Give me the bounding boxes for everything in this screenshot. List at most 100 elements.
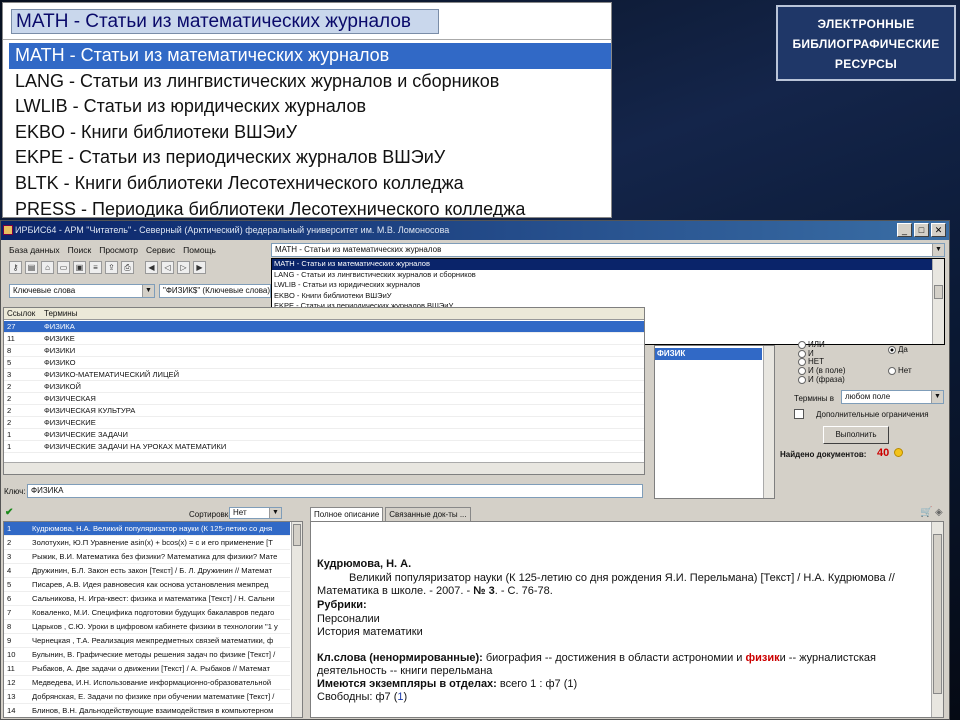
term-row[interactable]: 8 ФИЗИКИ [4,345,644,357]
documents-scroll-thumb[interactable] [293,524,301,546]
document-number: 1 [7,524,12,533]
search-expression-field[interactable]: "ФИЗИК$" (Ключевые слова) [159,284,271,298]
document-row[interactable]: 12 Медведева, И.Н. Использование информац… [4,676,290,690]
menu-database[interactable]: База данных [9,245,60,255]
next-icon[interactable]: ▷ [177,261,190,274]
document-title: Сальникова, Н. Игра-квест: физика и мате… [32,594,275,603]
logic-and-phrase-option[interactable]: И (фраза) [798,375,846,385]
term-row[interactable]: 27 ФИЗИКА [4,321,644,333]
tool-books-icon[interactable]: ▤ [25,261,38,274]
document-number: 4 [7,566,12,575]
toolbar-separator [137,261,142,274]
document-row[interactable]: 1 Кудрюмова, Н.А. Великий популяризатор н… [4,522,290,536]
run-search-button[interactable]: Выполнить [823,426,889,444]
col-header-term[interactable]: Термины [44,308,77,320]
maximize-button[interactable]: □ [914,223,929,237]
keywords-label: Кл.слова (ненормированные): [317,652,483,664]
bookmark-icon[interactable]: ◈ [935,507,943,518]
basket-icon[interactable]: 🛒 [920,507,932,518]
document-title: Рыжик, В.И. Математика без физики? Матем… [32,552,278,561]
document-row[interactable]: 11 Рыбаков, А. Две задачи о движении [Тек… [4,662,290,676]
tab-full-description[interactable]: Полное описание [310,507,384,521]
database-combo[interactable]: MATH - Статьи из математических журналов… [271,243,945,257]
radio-icon [798,375,806,384]
term-count: 2 [7,394,12,403]
document-row[interactable]: 5 Писарев, А.В. Идея равновесия как основ… [4,578,290,592]
database-option[interactable]: LANG - Статьи из лингвистических журнало… [272,270,932,281]
minimize-button[interactable]: _ [897,223,912,237]
document-row[interactable]: 6 Сальникова, Н. Игра-квест: физика и мат… [4,592,290,606]
chevron-down-icon[interactable]: ▼ [142,285,154,297]
tool-open-icon[interactable]: ⌂ [41,261,54,274]
terms-horizontal-scrollbar[interactable] [4,462,644,474]
prev-icon[interactable]: ◁ [161,261,174,274]
document-row[interactable]: 9 Чернецкая , Т.А. Реализация межпредметн… [4,634,290,648]
close-button[interactable]: ✕ [931,223,946,237]
database-option[interactable]: MATH - Статьи из математических журналов [272,259,932,270]
term-text: ФИЗИКО [44,358,76,367]
dropdown-scrollbar[interactable] [932,259,944,344]
document-row[interactable]: 7 Коваленко, М.И. Специфика подготовки бу… [4,606,290,620]
chevron-down-icon[interactable]: ▼ [931,391,943,403]
document-row[interactable]: 2 Золотухин, Ю.П Уравнение asin(x) + bcos… [4,536,290,550]
term-row[interactable]: 2 ФИЗИЧЕСКАЯ [4,393,644,405]
documents-grid: 1 Кудрюмова, Н.А. Великий популяризатор н… [3,521,303,718]
terms-grid: Ссылок Термины 27 ФИЗИКА 11 ФИЗИКЕ 8 ФИЗИКИ… [3,307,645,475]
menu-search[interactable]: Поиск [68,245,92,255]
database-option[interactable]: EKBO - Книги библиотеки ВШЭиУ [272,291,932,302]
document-row[interactable]: 3 Рыжик, В.И. Математика без физики? Мате… [4,550,290,564]
search-mode-combo[interactable]: Ключевые слова ▼ [9,284,155,298]
window-titlebar: ИРБИС64 - АРМ "Читатель" - Северный (Арк… [1,221,949,240]
document-row[interactable]: 10 Булынин, В. Графические методы решения… [4,648,290,662]
menu-help[interactable]: Помощь [183,245,216,255]
sort-combo[interactable]: Нет ▼ [229,507,282,519]
term-row[interactable]: 2 ФИЗИЧЕСКИЕ [4,417,644,429]
trunc-yes-option[interactable]: Да [888,345,912,354]
tool-print-icon[interactable]: ⎙ [121,261,134,274]
last-icon[interactable]: ▶ [193,261,206,274]
selected-term[interactable]: ФИЗИК [655,348,762,360]
term-row[interactable]: 11 ФИЗИКЕ [4,333,644,345]
term-row[interactable]: 2 ФИЗИЧЕСКАЯ КУЛЬТУРА [4,405,644,417]
first-icon[interactable]: ◀ [145,261,158,274]
menu-service[interactable]: Сервис [146,245,175,255]
key-input[interactable]: ФИЗИКА [27,484,643,498]
desc-keywords: Кл.слова (ненормированные): биография --… [317,652,927,665]
document-row[interactable]: 14 Блинов, В.Н. Дальнодействующие взаимод… [4,704,290,717]
description-scrollbar[interactable] [931,522,943,717]
logic-or-option[interactable]: ИЛИ [798,340,846,350]
tool-list-icon[interactable]: ≡ [89,261,102,274]
tab-related-docs[interactable]: Связанные док-ты ... [385,507,471,521]
tool-folder-icon[interactable]: ▭ [57,261,70,274]
chevron-down-icon[interactable]: ▼ [269,508,281,518]
chevron-down-icon[interactable]: ▼ [932,244,944,256]
menu-view[interactable]: Просмотр [99,245,138,255]
extra-limits-checkbox[interactable] [794,409,804,419]
trunc-label: Нет [898,366,912,375]
term-text: ФИЗИКОЙ [44,382,81,391]
dropdown-scroll-thumb[interactable] [934,285,943,299]
term-row[interactable]: 1 ФИЗИЧЕСКИЕ ЗАДАЧИ [4,429,644,441]
badge-line: РЕСУРСЫ [834,57,898,71]
document-row[interactable]: 4 Дружинин, Б.Л. Закон есть закон [Текст]… [4,564,290,578]
description-scroll-thumb[interactable] [933,534,942,694]
check-icon[interactable]: ✔ [5,507,13,518]
tool-export-icon[interactable]: ⇪ [105,261,118,274]
col-header-count[interactable]: Ссылок [7,308,35,320]
document-number: 13 [7,692,16,701]
terms-in-combo[interactable]: любом поле ▼ [841,390,944,404]
database-option[interactable]: LWLIB - Статьи из юридических журналов [272,280,932,291]
term-row[interactable]: 3 ФИЗИКО-МАТЕМАТИЧЕСКИЙ ЛИЦЕЙ [4,369,644,381]
radio-icon [798,341,806,349]
selected-terms-scrollbar[interactable] [763,346,774,498]
tool-image-icon[interactable]: ▣ [73,261,86,274]
term-row[interactable]: 2 ФИЗИКОЙ [4,381,644,393]
trunc-no-option[interactable]: Нет [888,366,912,375]
document-row[interactable]: 8 Царьков , С.Ю. Уроки в цифровом кабинет… [4,620,290,634]
term-row[interactable]: 1 ФИЗИЧЕСКИЕ ЗАДАЧИ НА УРОКАХ МАТЕМАТИКИ [4,441,644,453]
documents-scrollbar[interactable] [291,522,302,717]
document-row[interactable]: 13 Добрянская, Е. Задачи по физике при об… [4,690,290,704]
smiley-icon [894,448,903,457]
tool-key-icon[interactable]: ⚷ [9,261,22,274]
term-row[interactable]: 5 ФИЗИКО [4,357,644,369]
